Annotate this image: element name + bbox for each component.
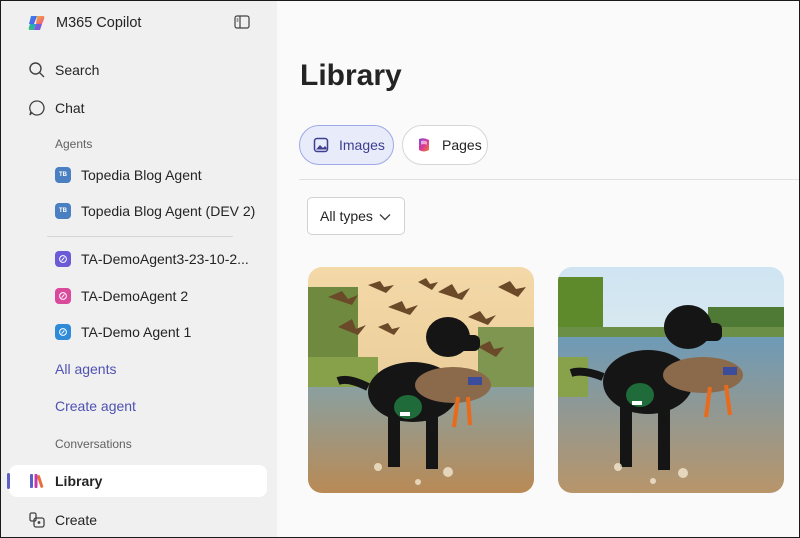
create-icon — [28, 511, 46, 529]
sidebar-agent-item[interactable]: TA-DemoAgent3-23-10-2... — [47, 245, 257, 273]
tab-pages[interactable]: Pages — [402, 125, 488, 165]
agent-avatar-icon — [55, 288, 71, 304]
search-icon — [28, 61, 46, 79]
sidebar-toggle-icon[interactable] — [234, 14, 250, 30]
sidebar-agent-item[interactable]: TB Topedia Blog Agent (DEV 2) — [47, 197, 257, 225]
sidebar-agent-item[interactable]: TA-DemoAgent 2 — [47, 282, 257, 310]
chat-icon — [28, 99, 46, 117]
sidebar: M365 Copilot Search Chat Agents TB Toped… — [1, 1, 277, 537]
sidebar-agent-item[interactable]: TA-Demo Agent 1 — [47, 318, 257, 346]
image-thumbnail[interactable] — [558, 267, 784, 493]
brand: M365 Copilot — [28, 13, 141, 33]
active-indicator — [7, 473, 10, 489]
create-agent-link[interactable]: Create agent — [55, 398, 136, 414]
image-thumbnail[interactable] — [308, 267, 534, 493]
sidebar-item-chat[interactable]: Chat — [9, 92, 267, 124]
sidebar-item-label: Create — [55, 512, 98, 528]
chevron-down-icon — [379, 214, 391, 221]
type-filter-dropdown[interactable]: All types — [307, 197, 405, 235]
agent-label: Topedia Blog Agent — [81, 167, 202, 183]
sidebar-item-library[interactable]: Library — [9, 465, 267, 497]
sidebar-item-label: Search — [55, 62, 100, 78]
sidebar-item-create[interactable]: Create — [9, 504, 267, 536]
agent-avatar-icon — [55, 251, 71, 267]
agent-avatar: TB — [55, 167, 71, 183]
conversations-section-label: Conversations — [55, 437, 132, 451]
tabs-divider — [299, 179, 799, 180]
main-content: Library Images Pages All types — [277, 1, 799, 537]
page-title: Library — [300, 59, 402, 92]
sidebar-divider — [47, 236, 233, 237]
agent-label: TA-DemoAgent3-23-10-2... — [81, 251, 249, 267]
tab-images[interactable]: Images — [299, 125, 394, 165]
pages-icon — [415, 136, 433, 154]
dog-with-duck-image — [558, 267, 784, 493]
library-icon — [28, 472, 46, 490]
agent-label: TA-DemoAgent 2 — [81, 288, 189, 304]
agent-label: TA-Demo Agent 1 — [81, 324, 192, 340]
app-window: M365 Copilot Search Chat Agents TB Toped… — [0, 0, 800, 538]
all-agents-link[interactable]: All agents — [55, 361, 116, 377]
filter-value: All types — [320, 208, 373, 224]
image-icon — [312, 136, 330, 154]
agent-avatar: TB — [55, 203, 71, 219]
copilot-logo-icon — [28, 16, 45, 30]
sidebar-agent-item[interactable]: TB Topedia Blog Agent — [47, 161, 257, 189]
tab-label: Pages — [442, 137, 482, 153]
sidebar-item-label: Library — [55, 473, 103, 489]
sidebar-item-label: Chat — [55, 100, 85, 116]
agent-label: Topedia Blog Agent (DEV 2) — [81, 203, 256, 219]
sidebar-item-search[interactable]: Search — [9, 54, 267, 86]
agents-section-label: Agents — [55, 137, 93, 151]
app-title: M365 Copilot — [56, 15, 142, 31]
dog-with-duck-flock-image — [308, 267, 534, 493]
tab-label: Images — [339, 137, 385, 153]
agent-avatar-icon — [55, 324, 71, 340]
